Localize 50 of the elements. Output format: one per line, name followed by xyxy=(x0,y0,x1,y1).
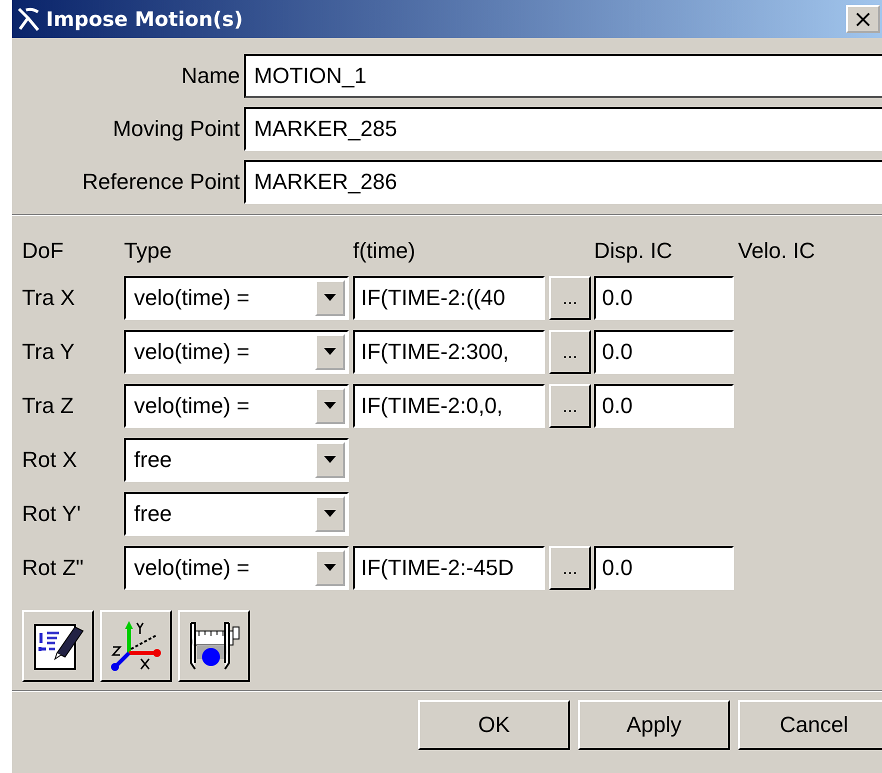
text-field[interactable]: MARKER_285 xyxy=(244,107,882,151)
type-dropdown[interactable]: velo(time) = xyxy=(124,546,349,590)
dof-label: Rot Y' xyxy=(22,500,82,528)
dropdown-arrow-icon xyxy=(324,564,336,572)
motion-icon xyxy=(16,6,42,32)
dof-label: Tra Y xyxy=(22,338,76,366)
disp-ic-field[interactable]: 0.0 xyxy=(594,330,734,374)
caliper-icon[interactable] xyxy=(178,610,250,682)
dropdown-arrow-icon xyxy=(324,510,336,518)
document-pen-icon[interactable] xyxy=(22,610,94,682)
browse-button[interactable]: ... xyxy=(549,384,591,428)
window-title: Impose Motion(s) xyxy=(46,7,243,31)
column-header: DoF xyxy=(22,237,65,265)
close-button[interactable]: × xyxy=(846,5,880,33)
text-field[interactable]: MARKER_286 xyxy=(244,160,882,204)
dof-label: Tra Z xyxy=(22,392,75,420)
type-dropdown[interactable]: velo(time) = xyxy=(124,276,349,320)
text-field[interactable]: MOTION_1 xyxy=(244,54,882,98)
dof-label: Rot X xyxy=(22,446,78,474)
type-dropdown[interactable]: velo(time) = xyxy=(124,384,349,428)
dialog-button[interactable]: Apply xyxy=(578,700,730,750)
function-field[interactable]: IF(TIME-2:300, xyxy=(353,330,545,374)
dropdown-arrow-icon xyxy=(324,456,336,464)
field-label: Moving Point xyxy=(112,116,240,142)
field-label: Name xyxy=(180,63,240,89)
browse-button[interactable]: ... xyxy=(549,276,591,320)
browse-button[interactable]: ... xyxy=(549,330,591,374)
disp-ic-field[interactable]: 0.0 xyxy=(594,276,734,320)
dropdown-arrow-icon xyxy=(324,348,336,356)
column-header: Velo. IC xyxy=(738,237,816,265)
browse-button[interactable]: ... xyxy=(549,546,591,590)
disp-ic-field[interactable]: 0.0 xyxy=(594,384,734,428)
function-field[interactable]: IF(TIME-2:-45D xyxy=(353,546,545,590)
dropdown-arrow-icon xyxy=(324,402,336,410)
dialog-button[interactable]: OK xyxy=(418,700,570,750)
type-dropdown[interactable]: free xyxy=(124,438,349,482)
field-label: Reference Point xyxy=(81,169,240,195)
axes-icon[interactable] xyxy=(100,610,172,682)
column-header: Type xyxy=(124,237,173,265)
dof-label: Tra X xyxy=(22,284,76,312)
type-dropdown[interactable]: free xyxy=(124,492,349,536)
type-dropdown[interactable]: velo(time) = xyxy=(124,330,349,374)
column-header: Disp. IC xyxy=(594,237,674,265)
function-field[interactable]: IF(TIME-2:0,0, xyxy=(353,384,545,428)
column-header: f(time) xyxy=(353,237,416,265)
dof-label: Rot Z" xyxy=(22,554,85,582)
disp-ic-field[interactable]: 0.0 xyxy=(594,546,734,590)
function-field[interactable]: IF(TIME-2:((40 xyxy=(353,276,545,320)
dropdown-arrow-icon xyxy=(324,294,336,302)
dialog-button[interactable]: Cancel xyxy=(738,700,882,750)
